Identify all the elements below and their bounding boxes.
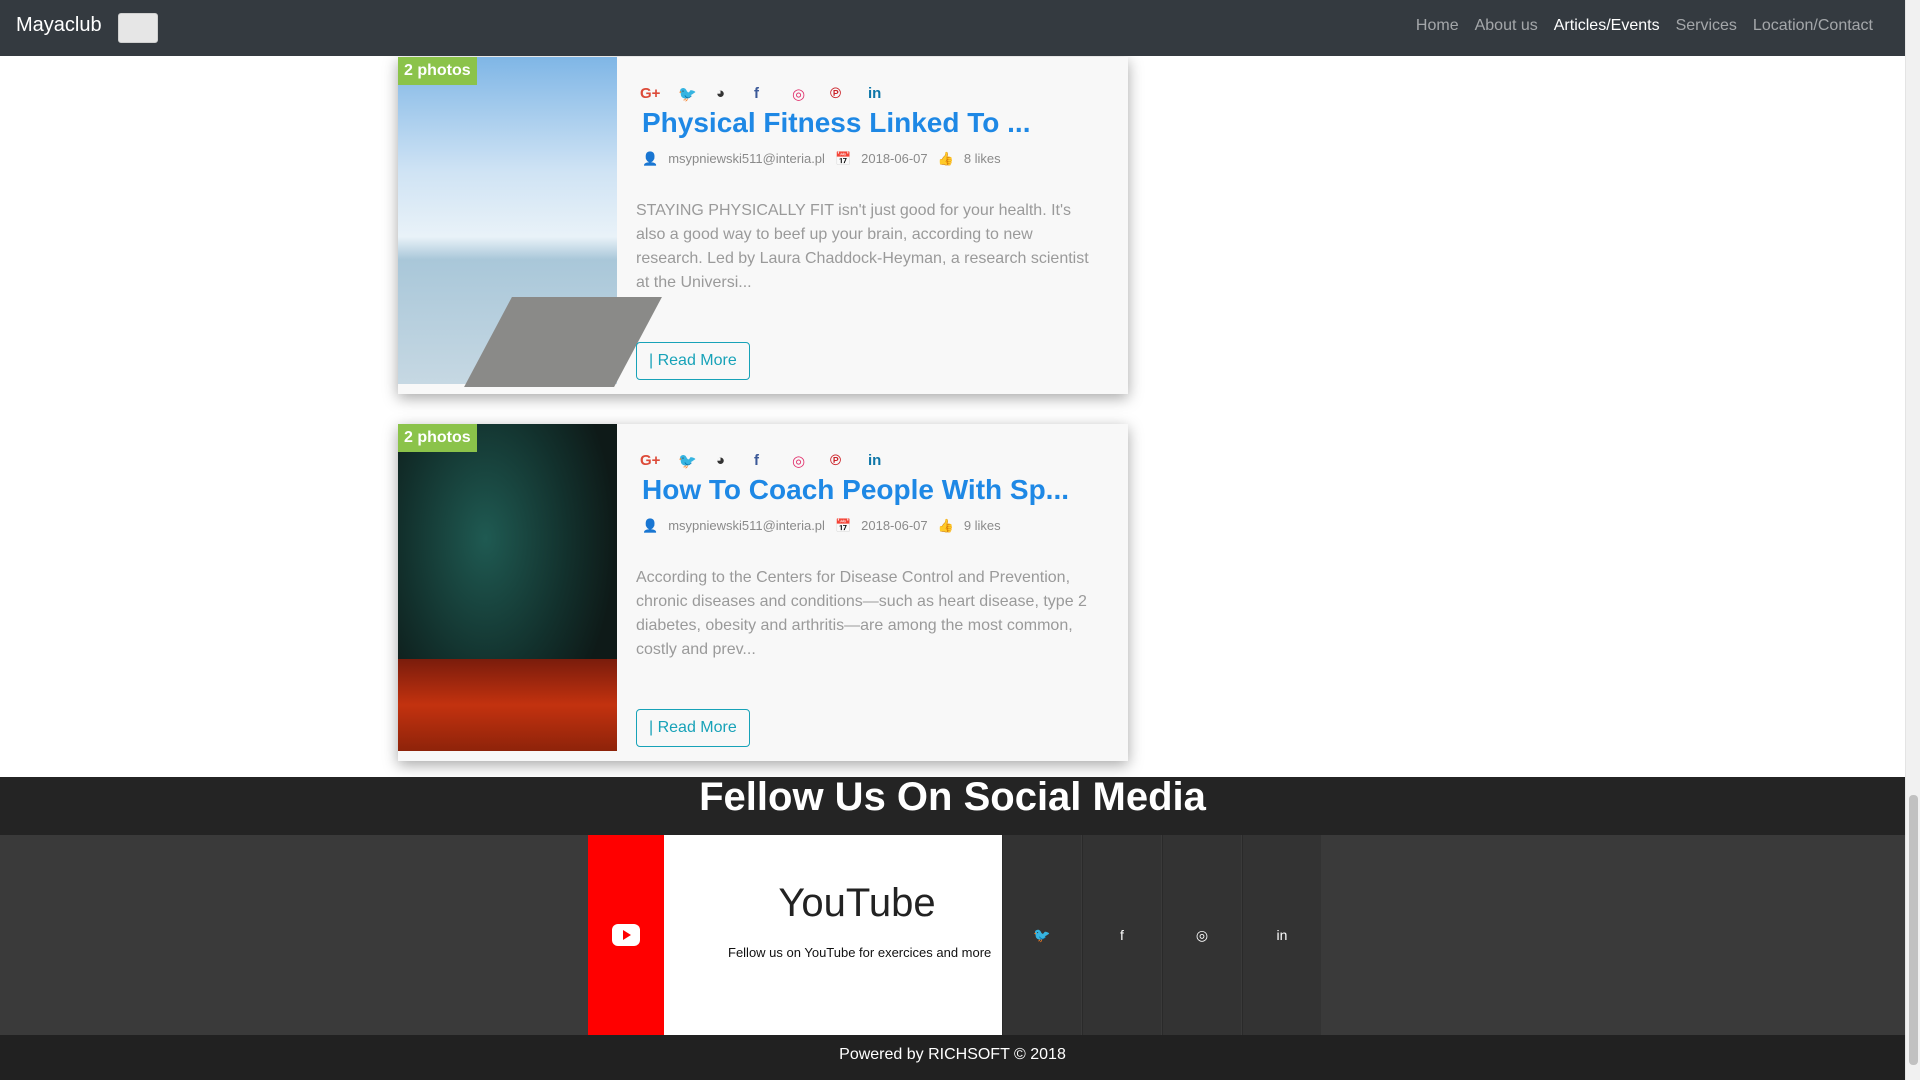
instagram-icon: ◎ [1195,926,1209,943]
twitter-icon: 🐦 [1033,926,1051,943]
google-plus-icon[interactable]: G+ [640,85,678,103]
read-more-button[interactable]: | Read More [636,342,750,380]
facebook-icon[interactable]: f [754,452,792,470]
nav-link-articles[interactable]: Articles/Events [1546,17,1668,35]
article-author: msypniewski511@interia.pl [668,518,825,533]
scrollbar-thumb[interactable] [1909,795,1918,1065]
facebook-icon: f [1120,927,1124,943]
share-icons: G+ 🐦 ◕ f ◎ ℗ in [640,452,906,470]
read-more-button[interactable]: | Read More [636,709,750,747]
author-icon: 👤 [642,518,659,533]
nav-link-home[interactable]: Home [1408,17,1467,35]
thumbs-up-icon: 👍 [937,518,954,533]
article-likes: 9 likes [963,518,1001,533]
youtube-button[interactable] [588,835,664,1035]
article-date: 2018-06-07 [861,151,928,166]
article-excerpt: STAYING PHYSICALLY FIT isn't just good f… [636,202,1089,291]
article-excerpt: According to the Centers for Disease Con… [636,569,1087,658]
article-card: 2 photos G+ 🐦 ◕ f ◎ ℗ in How To Coach Pe… [398,424,1128,761]
social-media-band: YouTube Fellow us on YouTube for exercic… [0,835,1905,1035]
article-meta: 👤 msypniewski511@interia.pl 📅 2018-06-07… [642,151,1011,167]
photos-badge: 2 photos [398,424,477,452]
calendar-icon: 📅 [834,151,852,166]
youtube-panel: YouTube Fellow us on YouTube for exercic… [664,835,1002,1035]
photos-badge: 2 photos [398,57,477,85]
author-icon: 👤 [642,151,659,166]
navbar-toggler-button[interactable] [118,13,158,43]
calendar-icon: 📅 [834,518,852,533]
article-card: 2 photos G+ 🐦 ◕ f ◎ ℗ in Physical Fitnes… [398,57,1128,394]
share-icons: G+ 🐦 ◕ f ◎ ℗ in [640,85,906,103]
instagram-icon[interactable]: ◎ [792,85,830,103]
youtube-description: Fellow us on YouTube for exercices and m… [728,945,992,960]
facebook-icon[interactable]: f [754,85,792,103]
navbar: Mayaclub Home About us Articles/Events S… [0,0,1905,56]
google-plus-icon[interactable]: G+ [640,452,678,470]
article-author: msypniewski511@interia.pl [668,151,825,166]
pinterest-icon[interactable]: ℗ [830,452,868,470]
follow-title: Fellow Us On Social Media [699,775,1206,819]
article-thumbnail[interactable] [398,57,617,384]
article-meta: 👤 msypniewski511@interia.pl 📅 2018-06-07… [642,518,1011,534]
thumbs-up-icon: 👍 [937,151,954,166]
article-likes: 8 likes [963,151,1001,166]
linkedin-icon[interactable]: in [868,452,906,470]
powered-by-footer: Powered by RICHSOFT © 2018 [0,1035,1905,1080]
nav-link-services[interactable]: Services [1668,17,1745,35]
article-date: 2018-06-07 [861,518,928,533]
linkedin-icon: in [1276,927,1288,943]
nav-link-location[interactable]: Location/Contact [1745,17,1881,35]
facebook-tile[interactable]: f [1082,835,1161,1035]
powered-by-text: Powered by RICHSOFT © 2018 [839,1046,1066,1063]
instagram-icon[interactable]: ◎ [792,452,830,470]
youtube-icon [612,924,640,946]
brand-logo[interactable]: Mayaclub [16,14,102,37]
instagram-tile[interactable]: ◎ [1162,835,1241,1035]
article-title[interactable]: How To Coach People With Sp... [642,474,1069,506]
nav-links: Home About us Articles/Events Services L… [1408,17,1881,35]
github-icon[interactable]: ◕ [716,85,754,103]
follow-section: Fellow Us On Social Media [0,777,1905,835]
pinterest-icon[interactable]: ℗ [830,85,868,103]
youtube-title: YouTube [778,881,936,925]
twitter-icon[interactable]: 🐦 [678,85,716,103]
article-thumbnail[interactable] [398,424,617,751]
twitter-icon[interactable]: 🐦 [678,452,716,470]
github-icon[interactable]: ◕ [716,452,754,470]
twitter-tile[interactable]: 🐦 [1002,835,1081,1035]
article-title[interactable]: Physical Fitness Linked To ... [642,107,1030,139]
linkedin-icon[interactable]: in [868,85,906,103]
nav-link-about[interactable]: About us [1467,17,1546,35]
linkedin-tile[interactable]: in [1242,835,1321,1035]
page-scrollbar[interactable] [1905,0,1920,1080]
